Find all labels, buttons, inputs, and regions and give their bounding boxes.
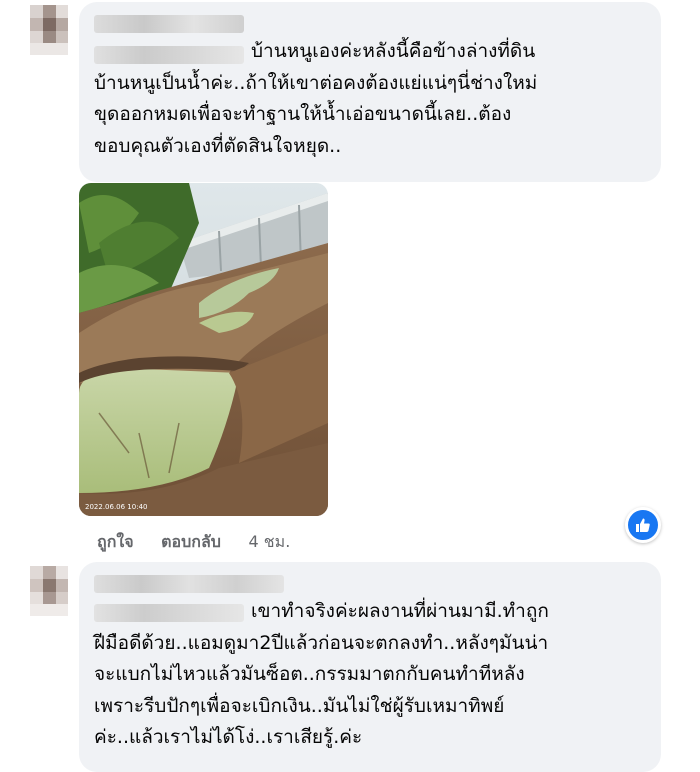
thumbs-up-icon[interactable] bbox=[625, 507, 661, 543]
comment-photo[interactable]: 2022.06.06 10:40 bbox=[79, 183, 328, 516]
comment-time[interactable]: 4 ชม. bbox=[249, 532, 291, 551]
thumbs-up-glyph bbox=[636, 518, 650, 532]
comment-text-line: บ้านหนูเป็นน้ำค่ะ..ถ้าให้เขาต่อคงต้องแย่… bbox=[94, 71, 538, 94]
comment-text-line: ขอบคุณตัวเองที่ตัดสินใจหยุด.. bbox=[94, 134, 342, 157]
avatar[interactable] bbox=[30, 5, 68, 55]
comment-text-line: ขุดออกหมดเพื่อจะทำฐานให้น้ำเอ่อขนาดนี้เล… bbox=[94, 103, 512, 125]
reply-link[interactable]: ตอบกลับ bbox=[161, 532, 221, 551]
comment-text: บ้านหนูเองค่ะหลังนี้คือข้างล่างที่ดินบ้า… bbox=[94, 36, 654, 162]
comment-text-line: ฝีมือดีด้วย..แอมดูมา2ปีแล้วก่อนจะตกลงทำ.… bbox=[94, 631, 549, 654]
blurred-author-name[interactable] bbox=[94, 575, 284, 593]
comment-text-line: บ้านหนูเองค่ะหลังนี้คือข้างล่างที่ดิน bbox=[251, 40, 536, 62]
comment-actions: ถูกใจ ตอบกลับ 4 ชม. bbox=[97, 530, 312, 555]
comment-text-line: จะแบกไม่ไหวแล้วมันซ็อต..กรรมมาตกกับคนทำท… bbox=[94, 663, 525, 685]
blurred-author-name[interactable] bbox=[94, 15, 244, 33]
excavation-photo: 2022.06.06 10:40 bbox=[79, 183, 328, 516]
comment-text-line: ค่ะ..แล้วเราไม่ได้โง่..เราเสียรู้.ค่ะ bbox=[94, 726, 363, 748]
comment-text-line: เขาทำจริงค่ะผลงานที่ผ่านมามี.ทำถูก bbox=[251, 600, 549, 622]
comment-text: เขาทำจริงค่ะผลงานที่ผ่านมามี.ทำถูกฝีมือด… bbox=[94, 596, 654, 754]
photo-timestamp: 2022.06.06 10:40 bbox=[85, 503, 147, 511]
like-link[interactable]: ถูกใจ bbox=[97, 532, 134, 551]
comment-text-line: เพราะรีบปักๆเพื่อจะเบิกเงิน..มันไม่ใช่ผู… bbox=[94, 694, 505, 717]
avatar[interactable] bbox=[30, 566, 68, 616]
